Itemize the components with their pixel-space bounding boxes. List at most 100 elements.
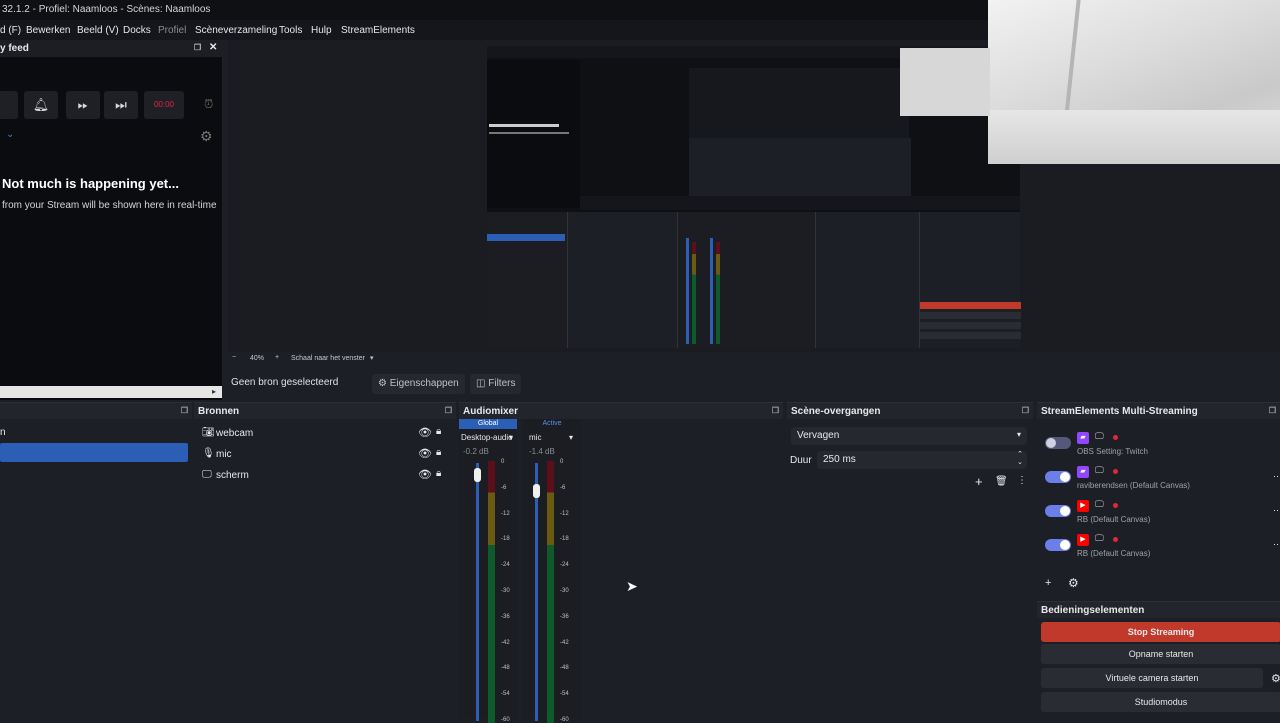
meter-tick-label: -18: [501, 536, 510, 543]
menu-view[interactable]: Beeld (V): [77, 25, 119, 36]
meter-tick-label: -18: [560, 536, 569, 543]
menu-profile[interactable]: Profiel: [158, 25, 186, 36]
stream-toggle[interactable]: [1045, 505, 1071, 517]
studio-mode-button[interactable]: Studiomodus: [1041, 692, 1280, 712]
zoom-in-button[interactable]: +: [275, 354, 279, 361]
source-item-scherm[interactable]: 🖵︎ scherm 👁︎ 🔒︎: [200, 467, 450, 485]
chevron-down-icon[interactable]: ▾: [370, 354, 374, 362]
gear-icon[interactable]: ⚙: [1068, 576, 1079, 590]
cursor-arrow-icon: ➤: [626, 578, 638, 594]
float-icon[interactable]: ❐: [194, 43, 201, 52]
monitor-icon: 🖵︎: [1095, 499, 1104, 509]
lock-icon[interactable]: 🔒︎: [436, 426, 441, 437]
mixer-tab-global[interactable]: Global: [459, 419, 517, 429]
more-icon[interactable]: ⋯: [1273, 539, 1280, 550]
scene-item[interactable]: n: [0, 427, 6, 438]
lock-icon[interactable]: 🔒︎: [436, 468, 441, 479]
stream-target-label: raviberendsen (Default Canvas): [1077, 481, 1190, 490]
meter-tick-label: -48: [501, 665, 510, 672]
preview-canvas[interactable]: [228, 0, 1280, 352]
no-source-label: Geen bron geselecteerd: [231, 377, 339, 388]
menu-help[interactable]: Hulp: [311, 25, 332, 36]
stream-target-row[interactable]: ▶ 🖵︎ RB (Default Canvas) ⋯: [1045, 497, 1280, 527]
volume-fader-knob[interactable]: [533, 483, 540, 498]
source-item-webcam[interactable]: 📷︎ webcam 👁︎ 🔒︎: [200, 425, 450, 443]
stream-target-row[interactable]: ▰ 🖵︎ raviberendsen (Default Canvas) ⋯: [1045, 463, 1280, 493]
channel-name[interactable]: mic: [529, 433, 541, 442]
nested-mixer: [677, 212, 815, 348]
eye-icon[interactable]: 👁︎: [418, 447, 432, 460]
stream-target-row[interactable]: ▰ 🖵︎ OBS Setting: Twitch: [1045, 429, 1280, 459]
stream-target-row[interactable]: ▶ 🖵︎ RB (Default Canvas) ⋯: [1045, 531, 1280, 561]
scroll-right-icon[interactable]: ▸: [212, 387, 216, 396]
stop-streaming-button[interactable]: Stop Streaming: [1041, 622, 1280, 642]
menu-file[interactable]: d (F): [0, 25, 21, 36]
float-icon[interactable]: ❐: [772, 406, 779, 415]
more-icon[interactable]: ⋯: [1273, 471, 1280, 482]
volume-fader-track[interactable]: [535, 463, 538, 721]
float-icon[interactable]: ❐: [1022, 406, 1029, 415]
feed-timer[interactable]: 00:00: [144, 91, 184, 119]
chevron-down-icon[interactable]: ▾: [569, 433, 573, 442]
meter-tick-label: -42: [501, 639, 510, 646]
menu-edit[interactable]: Bewerken: [26, 25, 70, 36]
gear-icon[interactable]: ⚙: [200, 128, 213, 145]
add-icon[interactable]: +: [1045, 577, 1051, 589]
transition-selected: Vervagen: [797, 430, 840, 441]
stream-toggle[interactable]: [1045, 539, 1071, 551]
chevron-down-icon[interactable]: ▾: [509, 433, 513, 442]
activity-feed-header: y feed ❐ ✕: [0, 40, 222, 57]
properties-button[interactable]: ⚙ Eigenschappen: [372, 374, 465, 394]
eye-icon[interactable]: 👁︎: [418, 426, 432, 439]
close-icon[interactable]: ✕: [209, 42, 217, 53]
more-icon[interactable]: ⋮: [1017, 475, 1027, 486]
volume-fader-track[interactable]: [476, 463, 479, 721]
channel-name[interactable]: Desktop-audio: [461, 433, 513, 442]
add-icon[interactable]: +: [975, 474, 983, 489]
nested-multistream: [919, 212, 1021, 348]
float-icon[interactable]: ❐: [445, 406, 452, 415]
nested-studio-button: [920, 332, 1021, 339]
scene-item-selected[interactable]: [0, 443, 188, 462]
filter-icon: ◫: [476, 378, 486, 389]
virtual-camera-button[interactable]: Virtuele camera starten: [1041, 668, 1263, 688]
multistreaming-title: StreamElements Multi-Streaming: [1041, 406, 1198, 417]
mixer-tab-active[interactable]: Active: [523, 419, 581, 429]
volume-fader-knob[interactable]: [474, 468, 481, 483]
duration-input[interactable]: 250 ms ⌃ ⌄: [817, 451, 1027, 469]
nested-record-button: [920, 312, 1021, 319]
menu-docks[interactable]: Docks: [123, 25, 151, 36]
zoom-out-button[interactable]: −: [232, 354, 236, 361]
controls-header: Bedieningselementen: [1037, 602, 1280, 618]
more-icon[interactable]: ⋯: [1273, 505, 1280, 516]
gear-icon[interactable]: ⚙: [1271, 672, 1280, 685]
meter-tick-label: -12: [560, 510, 569, 517]
float-icon[interactable]: ❐: [181, 406, 188, 415]
horizontal-scrollbar[interactable]: ▸: [0, 386, 222, 398]
feed-button-left[interactable]: [0, 91, 18, 119]
chevron-down-icon[interactable]: ⌄: [6, 129, 14, 140]
trash-icon[interactable]: 🗑︎: [995, 476, 1008, 487]
menu-tools[interactable]: Tools: [279, 25, 302, 36]
lock-icon[interactable]: 🔒︎: [436, 447, 441, 458]
stream-toggle[interactable]: [1045, 437, 1071, 449]
float-icon[interactable]: ❐: [1269, 406, 1276, 415]
skip-forward-icon[interactable]: ⏩︎: [66, 91, 100, 119]
alarm-icon[interactable]: ⏰︎: [204, 97, 213, 112]
skip-end-icon[interactable]: ⏭︎: [104, 91, 138, 119]
twitch-icon: ▰: [1077, 466, 1089, 478]
filters-button[interactable]: ◫ Filters: [470, 374, 522, 394]
stream-toggle[interactable]: [1045, 471, 1071, 483]
menu-scene-collection[interactable]: Scèneverzameling: [195, 25, 277, 36]
eye-icon[interactable]: 👁︎: [418, 468, 432, 481]
bell-icon[interactable]: 🔔︎: [24, 91, 58, 119]
transitions-title: Scène-overgangen: [791, 406, 881, 417]
start-recording-button[interactable]: Opname starten: [1041, 644, 1280, 664]
scene-transitions-dock: Scène-overgangen ❐ Vervagen ▾ Duur 250 m…: [787, 402, 1033, 720]
scale-to-window[interactable]: Schaal naar het venster: [291, 355, 365, 362]
activity-feed-title: y feed: [0, 43, 29, 54]
transition-select[interactable]: Vervagen ▾: [791, 427, 1027, 445]
source-item-mic[interactable]: 🎙︎ mic 👁︎ 🔒︎: [200, 446, 450, 464]
menu-streamelements[interactable]: StreamElements: [341, 25, 415, 36]
stepper-icon[interactable]: ⌃ ⌄: [1017, 451, 1023, 467]
